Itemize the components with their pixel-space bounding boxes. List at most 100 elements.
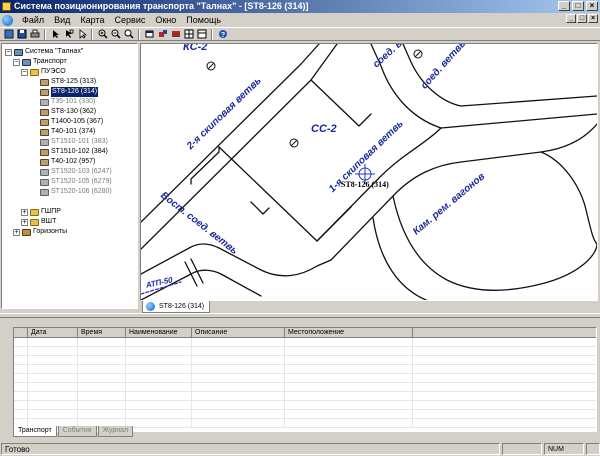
column-header-description[interactable]: Описание xyxy=(192,328,285,338)
tree-node-transport[interactable]: − Транспорт xyxy=(13,57,67,67)
table-cell xyxy=(78,383,126,392)
map-tab[interactable]: ST8-126 (314) xyxy=(142,301,211,313)
menu-file[interactable]: Файл xyxy=(17,14,49,26)
table-row[interactable] xyxy=(14,338,596,347)
table-row[interactable] xyxy=(14,374,596,383)
tree-node-group-pueso[interactable]: − ПУЭСО xyxy=(21,67,66,77)
expand-icon[interactable]: + xyxy=(21,208,28,216)
table-row[interactable] xyxy=(14,392,596,401)
tree-node-root[interactable]: − Система "Талнах" xyxy=(5,47,83,57)
table-row[interactable] xyxy=(14,347,596,356)
table-row[interactable] xyxy=(14,365,596,374)
truck-icon xyxy=(40,158,49,166)
mdi-restore-button[interactable]: □ xyxy=(577,14,587,23)
table-cell xyxy=(285,410,413,419)
table-cell xyxy=(126,356,192,365)
system-menu-icon[interactable] xyxy=(2,14,13,26)
tree-node-vehicle[interactable]: ST1510-101 (383) xyxy=(40,137,108,147)
tree-label: Горизонты xyxy=(33,228,68,235)
table-cell xyxy=(14,347,28,356)
menu-help[interactable]: Помощь xyxy=(181,14,226,26)
tree-label: ST1520-103 (6247) xyxy=(51,168,112,175)
event-grid[interactable]: Дата Время Наименование Описание Местопо… xyxy=(13,327,597,432)
tab-events[interactable]: События xyxy=(57,426,97,437)
column-header-name[interactable]: Наименование xyxy=(126,328,192,338)
size-grip[interactable] xyxy=(586,443,600,455)
mdi-minimize-button[interactable]: _ xyxy=(566,14,576,23)
tree-node-vehicle[interactable]: ST8-125 (313) xyxy=(40,77,96,87)
tree-node-vehicle[interactable]: ST1520-106 (6280) xyxy=(40,187,112,197)
print-icon[interactable] xyxy=(29,29,40,40)
table-cell xyxy=(192,383,285,392)
column-header-time[interactable]: Время xyxy=(78,328,126,338)
column-header-date[interactable]: Дата xyxy=(28,328,78,338)
minimize-button[interactable]: _ xyxy=(558,1,570,11)
tab-transport[interactable]: Транспорт xyxy=(13,426,57,437)
zoom-in-icon[interactable] xyxy=(97,29,108,40)
zoom-fit-icon[interactable] xyxy=(123,29,134,40)
grid-icon[interactable] xyxy=(183,29,194,40)
split-icon[interactable] xyxy=(196,29,207,40)
menu-service[interactable]: Сервис xyxy=(110,14,151,26)
maximize-button[interactable]: □ xyxy=(572,1,584,11)
menu-window[interactable]: Окно xyxy=(150,14,181,26)
tree-node-vehicle[interactable]: ST1520-103 (6247) xyxy=(40,167,112,177)
status-cell xyxy=(502,443,542,455)
table-cell xyxy=(126,338,192,347)
tab-journal[interactable]: Журнал xyxy=(97,426,134,437)
route-icon[interactable] xyxy=(157,29,168,40)
table-cell xyxy=(28,374,78,383)
pointer-icon[interactable] xyxy=(76,29,87,40)
tree-node-horizons[interactable]: + Горизонты xyxy=(13,227,67,237)
table-cell xyxy=(192,347,285,356)
table-cell xyxy=(285,365,413,374)
close-button[interactable]: × xyxy=(586,1,598,11)
table-cell xyxy=(285,347,413,356)
table-cell xyxy=(28,365,78,374)
zoom-out-icon[interactable] xyxy=(110,29,121,40)
table-cell xyxy=(126,374,192,383)
map-view[interactable]: КС-2 соед. ветвь соед. ветвь 2-я скипова… xyxy=(140,43,598,301)
expand-icon[interactable]: + xyxy=(13,228,20,236)
column-header-location[interactable]: Местоположение xyxy=(285,328,413,338)
collapse-icon[interactable]: − xyxy=(5,48,12,56)
window-titlebar[interactable]: Система позиционирования транспорта "Тал… xyxy=(0,0,600,13)
collapse-icon[interactable]: − xyxy=(21,68,28,76)
grid-header: Дата Время Наименование Описание Местопо… xyxy=(14,328,596,338)
help-icon[interactable]: ? xyxy=(217,29,228,40)
tree-node-vehicle[interactable]: T1400-105 (367) xyxy=(40,117,103,127)
tree-node-group-gshpr[interactable]: + ГШПР xyxy=(21,207,61,217)
new-icon[interactable] xyxy=(3,29,14,40)
tree-node-vehicle-selected[interactable]: ST8-126 (314) xyxy=(40,87,99,97)
tree-label: ST1510-101 (383) xyxy=(51,138,108,145)
table-row[interactable] xyxy=(14,410,596,419)
table-cell xyxy=(78,392,126,401)
arrow-select-icon[interactable] xyxy=(63,29,74,40)
horizontal-splitter[interactable] xyxy=(0,313,600,318)
layers-icon[interactable] xyxy=(170,29,181,40)
expand-icon[interactable]: + xyxy=(21,218,28,226)
tree-node-vehicle[interactable]: ST1520-105 (6279) xyxy=(40,177,112,187)
tree-node-vehicle[interactable]: T40-102 (957) xyxy=(40,157,95,167)
tree-node-group-vsht[interactable]: + ВШТ xyxy=(21,217,56,227)
map-label-vehicle[interactable]: ST8-126 (314) xyxy=(341,180,389,189)
truck-icon xyxy=(40,78,49,86)
table-cell xyxy=(28,356,78,365)
table-row[interactable] xyxy=(14,383,596,392)
open-window-icon[interactable] xyxy=(144,29,155,40)
menu-map[interactable]: Карта xyxy=(75,14,109,26)
truck-icon xyxy=(40,178,49,186)
transport-tree[interactable]: − Система "Талнах" − Транспорт − ПУЭСО S… xyxy=(1,43,138,309)
menu-view[interactable]: Вид xyxy=(49,14,75,26)
tree-node-vehicle[interactable]: ST8-130 (362) xyxy=(40,107,96,117)
table-row[interactable] xyxy=(14,401,596,410)
tree-node-vehicle[interactable]: ST1510-102 (384) xyxy=(40,147,108,157)
mdi-close-button[interactable]: × xyxy=(588,14,598,23)
window-title: Система позиционирования транспорта "Тал… xyxy=(14,1,309,11)
arrow-icon[interactable] xyxy=(50,29,61,40)
tree-node-vehicle[interactable]: T40-101 (374) xyxy=(40,127,95,137)
table-row[interactable] xyxy=(14,356,596,365)
save-icon[interactable] xyxy=(16,29,27,40)
collapse-icon[interactable]: − xyxy=(13,58,20,66)
tree-node-vehicle[interactable]: T35-101 (330) xyxy=(40,97,95,107)
